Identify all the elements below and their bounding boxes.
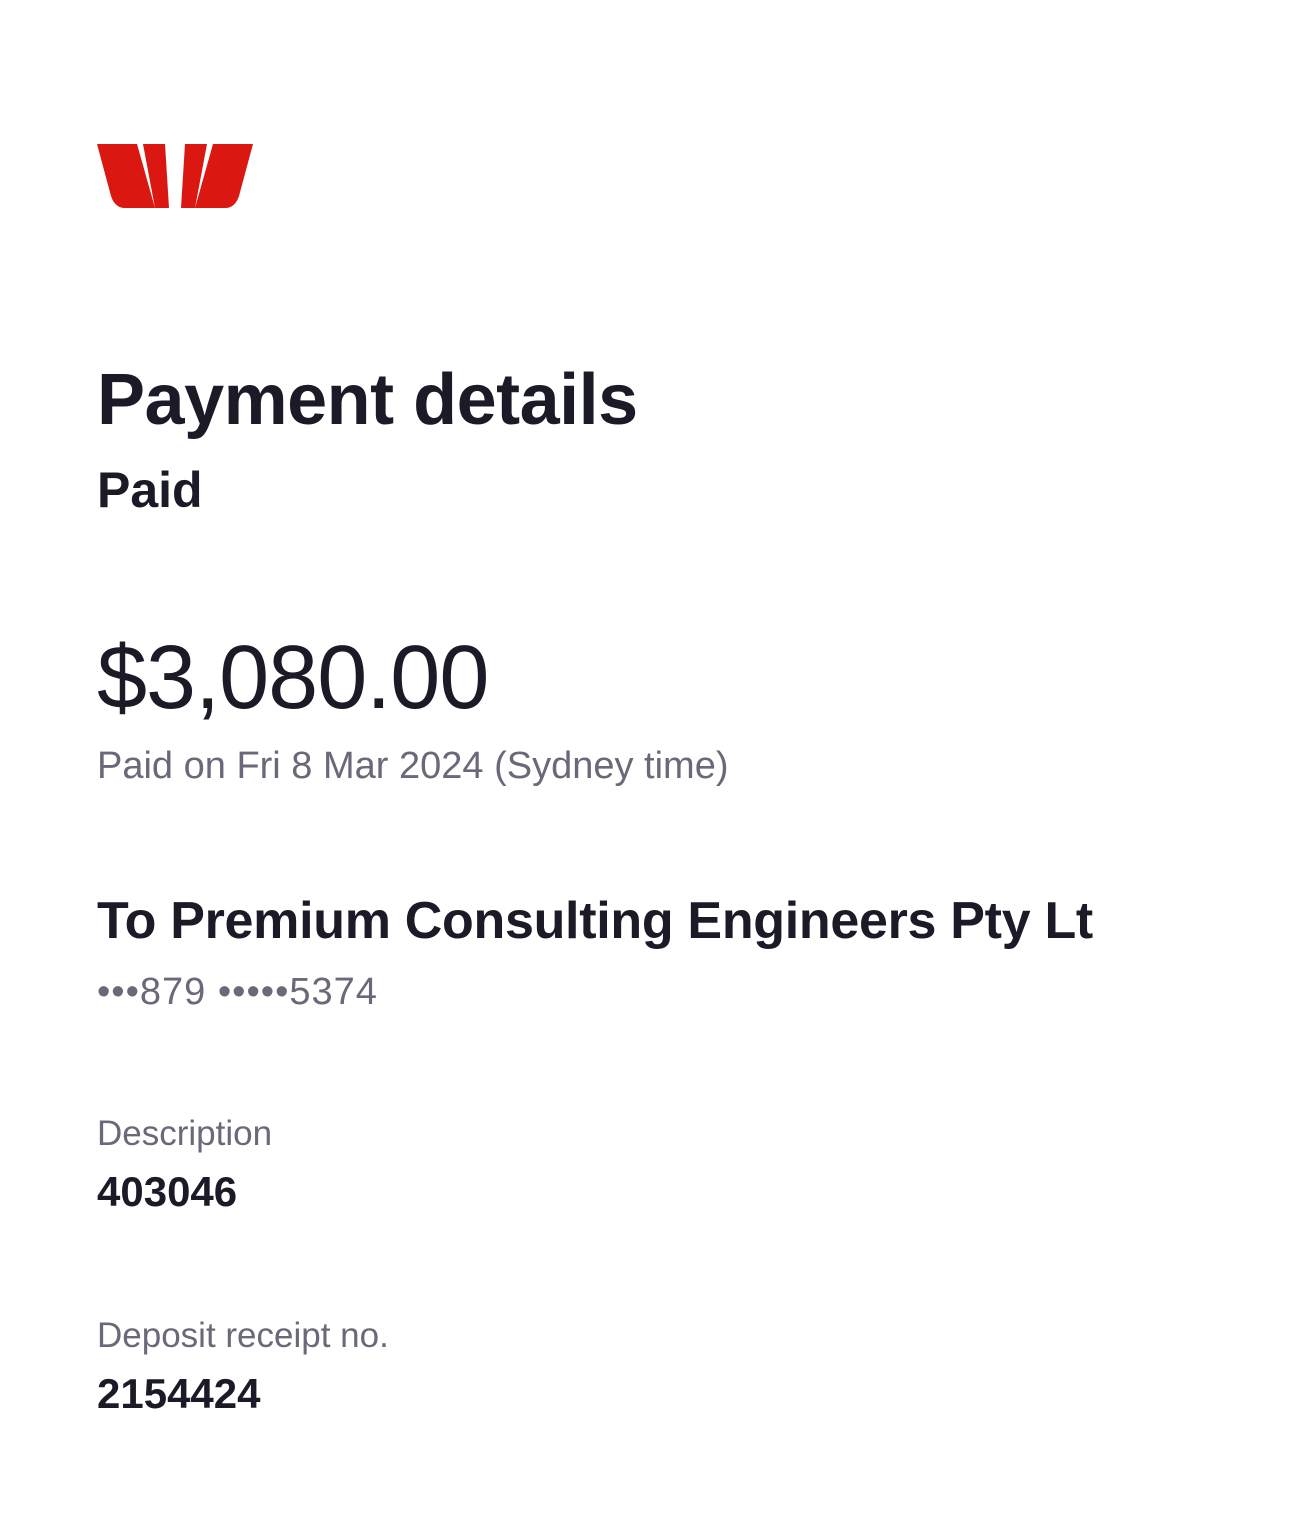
payee-account-number: •••879 •••••5374 — [97, 971, 378, 1013]
paid-on-date: Paid on Fri 8 Mar 2024 (Sydney time) — [97, 745, 729, 787]
payment-status: Paid — [97, 462, 203, 518]
payment-details-page: Payment details Paid $3,080.00 Paid on F… — [97, 0, 1230, 1516]
receipt-label: Deposit receipt no. — [97, 1316, 389, 1355]
receipt-value: 2154424 — [97, 1370, 261, 1417]
payment-amount: $3,080.00 — [97, 628, 489, 728]
page-title: Payment details — [97, 360, 638, 440]
payee-name: To Premium Consulting Engineers Pty Lt — [97, 892, 1093, 950]
description-label: Description — [97, 1114, 273, 1153]
westpac-logo-icon — [97, 144, 253, 208]
description-value: 403046 — [97, 1168, 238, 1215]
